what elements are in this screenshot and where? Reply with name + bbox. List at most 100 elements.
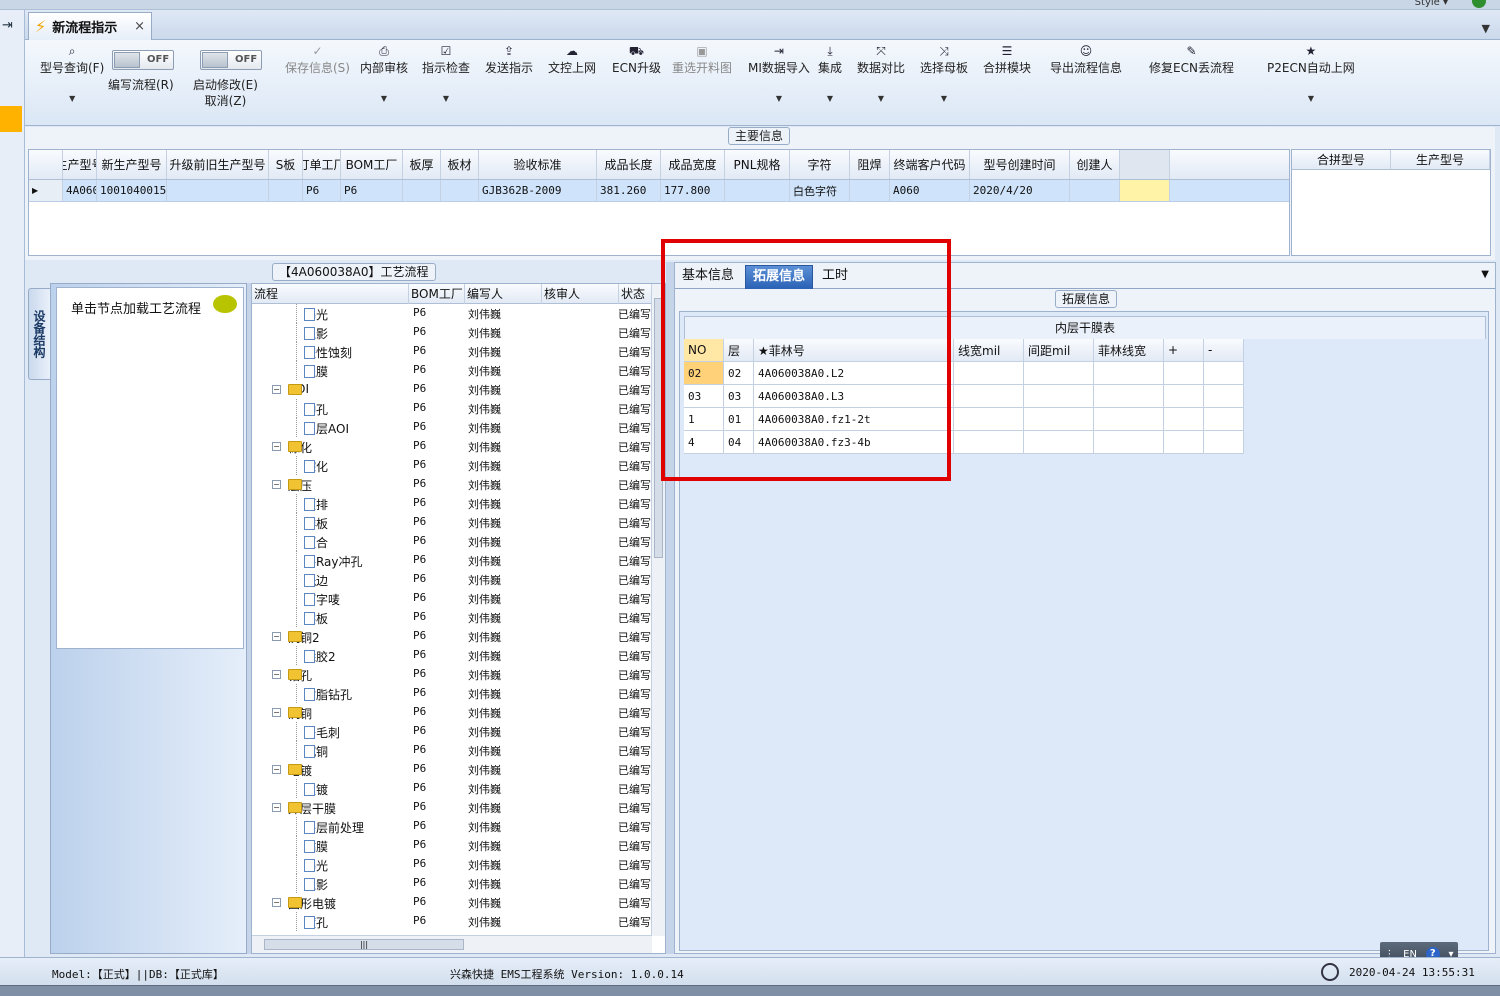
style-menu[interactable]: Style ▾ [1415, 0, 1448, 8]
table-row[interactable]: 02 02 4A060038A0.L2 [684, 362, 1486, 385]
tree-node-label[interactable]: 沉铜2 [288, 629, 320, 646]
column-header[interactable]: 间距mil [1024, 339, 1094, 362]
tree-row[interactable]: 曝光 P6 刘伟巍 已编写 [252, 855, 652, 874]
tree-body[interactable]: 曝光 P6 刘伟巍 已编写 显影 P6 刘伟巍 已编写 酸性蚀刻 P6 刘伟巍 已编写 退膜 P6 刘伟巍已… [252, 304, 652, 936]
column-header[interactable]: 新生产型号 [97, 150, 167, 179]
table-cell[interactable] [1204, 385, 1244, 408]
tree-node-label[interactable]: 外层干膜 [288, 800, 336, 817]
table-cell[interactable] [1024, 408, 1094, 431]
row-indicator[interactable]: ▶ [29, 180, 63, 201]
table-cell[interactable] [1094, 385, 1164, 408]
table-cell[interactable] [1094, 362, 1164, 385]
collapse-icon[interactable]: − [272, 442, 281, 451]
column-header[interactable]: 线宽mil [954, 339, 1024, 362]
table-cell[interactable]: P6 [341, 180, 403, 201]
collapse-icon[interactable]: − [272, 632, 281, 641]
chevron-down-icon[interactable]: ▼ [1482, 22, 1490, 35]
close-icon[interactable]: × [134, 19, 145, 34]
tree-node-label[interactable]: 贴膜 [304, 838, 328, 855]
splitter[interactable] [666, 262, 674, 954]
tree-node-label[interactable]: 图形电镀 [288, 895, 336, 912]
ecn-upgrade-button[interactable]: ⛟ ECN升级 [612, 44, 661, 75]
tree-row[interactable]: 外层前处理 P6 刘伟巍 已编写 [252, 817, 652, 836]
tree-row[interactable]: 板镀 P6 刘伟巍 已编写 [252, 779, 652, 798]
tab-equipment-structure[interactable]: 设备结构 [28, 288, 50, 380]
tree-row[interactable]: −棕化 P6 刘伟巍 已编写 [252, 437, 652, 456]
tree-row[interactable]: 酸性蚀刻 P6 刘伟巍 已编写 [252, 342, 652, 361]
process-flow-tree[interactable]: 流程 BOM工厂 编写人 核审人 状态 曝光 P6 刘伟巍 已编写 显影 P6 刘伟巍 已编写 酸性蚀刻… [251, 283, 666, 954]
table-cell[interactable] [1024, 385, 1094, 408]
column-header[interactable]: 创建人 [1070, 150, 1120, 179]
chevron-down-icon[interactable]: ▼ [818, 92, 842, 106]
tree-row[interactable]: 显影 P6 刘伟巍 已编写 [252, 874, 652, 893]
column-header[interactable]: 阻焊 [850, 150, 890, 179]
chevron-down-icon[interactable]: ▼ [360, 92, 408, 106]
column-header[interactable]: 字符 [790, 150, 850, 179]
tree-row[interactable]: 去毛刺 P6 刘伟巍 已编写 [252, 722, 652, 741]
column-header[interactable]: 验收标准 [479, 150, 597, 179]
tree-node-label[interactable]: 烘板 [304, 610, 328, 627]
tree-node-label[interactable]: X-Ray冲孔 [304, 553, 362, 570]
table-cell[interactable]: 03 [724, 385, 754, 408]
exit-icon[interactable]: ⇥ [2, 18, 13, 33]
toggle-switch[interactable]: OFF [200, 50, 262, 70]
tree-node-label[interactable]: 棕化 [304, 458, 328, 475]
table-cell[interactable]: 1 [684, 408, 724, 431]
select-mother-button[interactable]: ⤨ 选择母板 ▼ [920, 44, 968, 106]
tree-row[interactable]: − 图形电镀 P6 刘伟巍 已编写 [252, 893, 652, 912]
integrate-button[interactable]: ⤓ 集成 ▼ [818, 44, 842, 106]
tree-row[interactable]: − 外层干膜 P6 刘伟巍 已编写 [252, 798, 652, 817]
tree-node-label[interactable]: 曝光 [304, 306, 328, 323]
tree-row[interactable]: −沉铜 P6 刘伟巍 已编写 [252, 703, 652, 722]
chevron-down-icon[interactable]: ▼ [40, 92, 104, 106]
tab-new-flow[interactable]: ⚡ 新流程指示 × [28, 12, 152, 40]
collapse-icon[interactable]: − [272, 708, 281, 717]
tree-node-label[interactable]: 显影 [304, 876, 328, 893]
tree-node-label[interactable]: 预排 [304, 496, 328, 513]
tree-row[interactable]: 内层AOI P6 刘伟巍 已编写 [252, 418, 652, 437]
horizontal-scrollbar[interactable]: ||| [252, 935, 652, 953]
tree-row[interactable]: 预排 P6 刘伟巍 已编写 [252, 494, 652, 513]
table-cell[interactable]: 4A060038A0.fz3-4b [754, 431, 954, 454]
tree-node-label[interactable]: 沉铜 [288, 705, 312, 722]
table-cell[interactable] [954, 362, 1024, 385]
scroll-thumb[interactable] [654, 298, 663, 558]
tree-node-label[interactable]: 曝光 [304, 857, 328, 874]
tree-row[interactable]: 沉铜 P6 刘伟巍 已编写 [252, 741, 652, 760]
table-cell[interactable]: 04 [724, 431, 754, 454]
table-cell[interactable]: 4A060038A0.L2 [754, 362, 954, 385]
column-header[interactable]: 成品宽度 [661, 150, 725, 179]
tree-row[interactable]: 打字唛 P6 刘伟巍 已编写 [252, 589, 652, 608]
chevron-down-icon[interactable]: ▼ [1481, 269, 1489, 280]
collapse-icon[interactable]: − [272, 765, 281, 774]
model-query-button[interactable]: ⌕ 型号查询(F) ▼ [40, 44, 104, 106]
tree-row[interactable]: − 沉铜2 P6 刘伟巍 已编写 [252, 627, 652, 646]
p2ecn-button[interactable]: ★ P2ECN自动上网 ▼ [1267, 44, 1355, 106]
table-cell[interactable] [954, 431, 1024, 454]
tree-row[interactable]: 贴膜 P6 刘伟巍 已编写 [252, 836, 652, 855]
column-header[interactable]: 编写人 [465, 284, 542, 304]
tree-row[interactable]: 显影 P6 刘伟巍 已编写 [252, 323, 652, 342]
internal-review-button[interactable]: ⎙ 内部审核 ▼ [360, 44, 408, 106]
collapse-icon[interactable]: − [272, 803, 281, 812]
table-cell[interactable]: GJB362B-2009 [479, 180, 597, 201]
merge-module-button[interactable]: ☰ 合拼模块 [983, 44, 1031, 75]
main-info-grid[interactable]: 生产型号新生产型号升级前旧生产型号S板订单工厂BOM工厂板厚板材验收标准成品长度… [28, 149, 1290, 256]
chevron-down-icon[interactable]: ▼ [920, 92, 968, 106]
tree-node-label[interactable]: 树脂钻孔 [304, 686, 352, 703]
tree-row[interactable]: 除胶2 P6 刘伟巍 已编写 [252, 646, 652, 665]
tree-node-label[interactable]: 打字唛 [304, 591, 340, 608]
tree-node-label[interactable]: 外层前处理 [304, 819, 364, 836]
tree-node-label[interactable]: 退膜 [304, 363, 328, 380]
collapse-icon[interactable]: − [272, 898, 281, 907]
tree-row[interactable]: 退膜 P6 刘伟巍 已编写 [252, 361, 652, 380]
vertical-scrollbar[interactable] [651, 284, 665, 936]
table-cell[interactable]: 10010400151864 [97, 180, 167, 201]
table-cell[interactable]: 4 [684, 431, 724, 454]
tree-node-label[interactable]: 显影 [304, 325, 328, 342]
table-row[interactable]: 4 04 4A060038A0.fz3-4b [684, 431, 1486, 454]
save-info-button[interactable]: ✓ 保存信息(S) [285, 44, 350, 75]
reselect-drawing-button[interactable]: ▣ 重选开料图 [672, 44, 732, 75]
table-cell[interactable]: P6 [303, 180, 341, 201]
tree-row[interactable]: −AOI P6 刘伟巍 已编写 [252, 380, 652, 399]
